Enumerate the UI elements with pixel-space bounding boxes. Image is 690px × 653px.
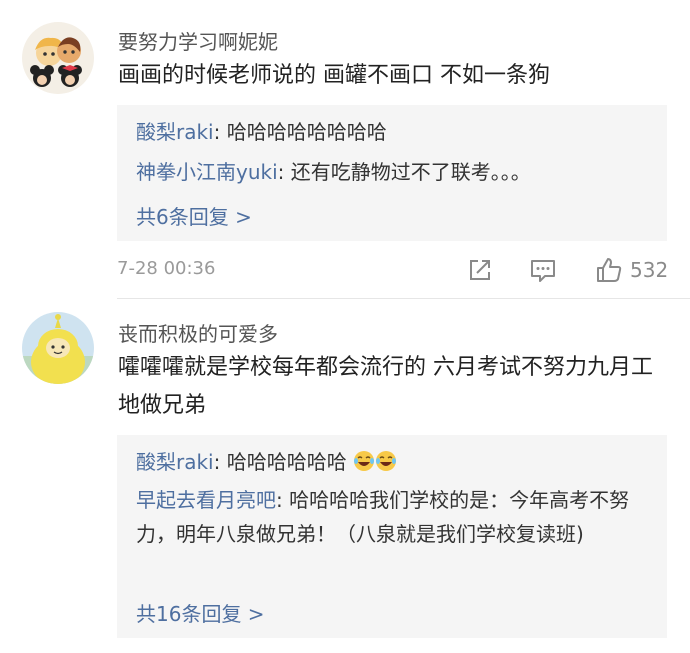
reply-username[interactable]: 酸梨raki <box>136 120 214 144</box>
reply-item: 酸梨raki: 哈哈哈哈哈哈哈哈 <box>136 116 656 149</box>
comment-content: 嚯嚯嚯就是学校每年都会流行的 六月考试不努力九月工地做兄弟 <box>118 355 653 418</box>
comment-timestamp: 7-28 00:36 <box>117 258 216 279</box>
laughing-tears-emoji <box>376 451 397 471</box>
share-icon[interactable] <box>466 256 494 284</box>
reply-text: 哈哈哈哈哈哈 <box>226 450 347 474</box>
reply-preview-box[interactable]: 酸梨raki: 哈哈哈哈哈哈哈哈 神拳小江南yuki: 还有吃静物过不了联考。。… <box>117 105 667 241</box>
comment-content: 画画的时候老师说的 画罐不画口 不如一条狗 <box>118 63 550 88</box>
user-avatar[interactable] <box>22 312 94 384</box>
comment-1: 要努力学习啊妮妮 画画的时候老师说的 画罐不画口 不如一条狗 酸梨raki: 哈… <box>0 0 690 298</box>
reply-preview-box[interactable]: 酸梨raki: 哈哈哈哈哈哈 早起去看月亮吧: 哈哈哈哈我们学校的是：今年高考不… <box>117 435 667 638</box>
reply-item: 酸梨raki: 哈哈哈哈哈哈 <box>136 446 656 479</box>
laughing-tears-emoji <box>354 451 375 471</box>
reply-separator: : <box>276 488 290 512</box>
reply-username[interactable]: 酸梨raki <box>136 450 214 474</box>
reply-separator: : <box>277 160 291 184</box>
user-avatar[interactable] <box>22 22 94 94</box>
comment-icon[interactable] <box>529 256 557 284</box>
reply-username[interactable]: 神拳小江南yuki <box>136 160 278 184</box>
more-replies-link[interactable]: 共6条回复 > <box>136 201 252 230</box>
comment-username[interactable]: 要努力学习啊妮妮 <box>118 26 278 55</box>
comment-meta-row: 7-28 00:36 532 <box>117 256 669 286</box>
like-count: 532 <box>630 258 669 282</box>
reply-item: 神拳小江南yuki: 还有吃静物过不了联考。。。 <box>136 156 656 189</box>
reply-item: 早起去看月亮吧: 哈哈哈哈我们学校的是：今年高考不努力，明年八泉做兄弟！（八泉就… <box>136 483 656 551</box>
reply-username[interactable]: 早起去看月亮吧 <box>136 488 276 512</box>
reply-text: 哈哈哈哈哈哈哈哈 <box>226 120 387 144</box>
reply-separator: : <box>213 450 227 474</box>
reply-separator: : <box>213 120 227 144</box>
reply-text: 还有吃静物过不了联考。。。 <box>290 160 531 184</box>
thumbs-up-icon[interactable] <box>595 256 623 284</box>
comment-2: 丧而积极的可爱多 嚯嚯嚯就是学校每年都会流行的 六月考试不努力九月工地做兄弟 酸… <box>0 298 690 653</box>
more-replies-link[interactable]: 共16条回复 > <box>136 598 265 627</box>
comment-username[interactable]: 丧而积极的可爱多 <box>118 318 278 347</box>
